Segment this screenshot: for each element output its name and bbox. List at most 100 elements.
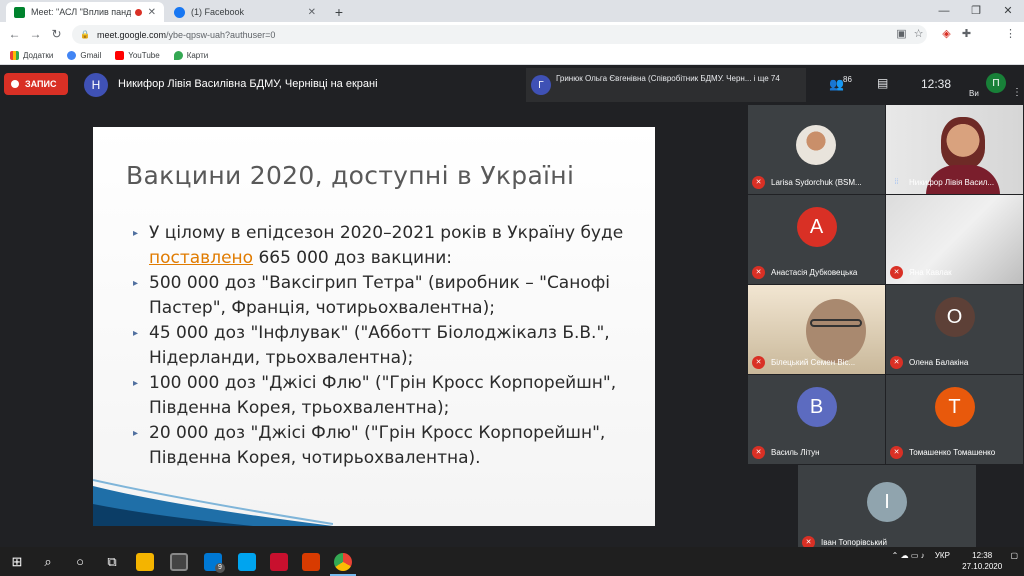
task-view-icon[interactable]: ⧉ <box>101 551 123 573</box>
reload-icon[interactable]: ↻ <box>48 26 65 43</box>
bullet-text: У цілому в епідсезон 2020–2021 років в У… <box>149 223 624 243</box>
close-tab-icon[interactable]: ✕ <box>148 7 156 18</box>
bullet-text: 20 000 доз "Джісі Флю" ("Грін Кросс Корп… <box>149 423 606 468</box>
more-options-icon[interactable]: ⋮ <box>1012 87 1022 98</box>
back-icon[interactable]: ← <box>6 26 23 43</box>
maximize-icon[interactable]: ❐ <box>960 0 992 22</box>
participant-tile[interactable]: ✕ Larisa Sydorchuk (BSM... <box>748 105 885 194</box>
participant-tile[interactable]: ⁞⁞ Никифор Лівія Васил... <box>886 105 1023 194</box>
extensions-puzzle-icon[interactable]: ✚ <box>958 26 975 43</box>
store-icon[interactable] <box>170 553 188 571</box>
notifications-icon[interactable]: ▢ <box>1010 551 1018 560</box>
tray-date: 27.10.2020 <box>962 562 1003 571</box>
participant-name: Larisa Sydorchuk (BSM... <box>771 178 862 187</box>
participant-tile[interactable]: О ✕ Олена Балакіна <box>886 285 1023 374</box>
participant-label: ✕ Білецький Семен Віс... <box>752 356 884 369</box>
windows-start-icon[interactable]: ⊞ <box>6 551 28 573</box>
close-window-icon[interactable]: ✕ <box>992 0 1024 22</box>
self-avatar[interactable]: П <box>986 73 1006 93</box>
self-label: Ви <box>969 89 979 98</box>
record-label: ЗАПИС <box>25 79 57 89</box>
address-bar[interactable]: 🔒 meet.google.com /ybe-qpsw-uah?authuser… <box>72 25 927 44</box>
extension-shield-icon[interactable]: ◈ <box>938 26 955 43</box>
close-tab-icon[interactable]: ✕ <box>308 7 316 18</box>
file-explorer-icon[interactable] <box>136 553 154 571</box>
participant-tile[interactable]: А ✕ Анастасія Дубковецька <box>748 195 885 284</box>
cortana-icon[interactable]: ○ <box>69 551 91 573</box>
google-icon <box>67 51 77 60</box>
bookmark-gmail[interactable]: Gmail <box>67 51 101 60</box>
other-participants-text: Гринюк Ольга Євгенівна (Співробітник БДМ… <box>556 74 780 83</box>
tray-clock[interactable]: 12:38 27.10.2020 <box>962 550 1002 572</box>
minimize-icon[interactable]: — <box>928 0 960 22</box>
participant-tile[interactable]: ✕ Яна Кавлак <box>886 195 1023 284</box>
bullet-marker-icon: ▸ <box>133 328 139 339</box>
youtube-icon <box>115 51 125 60</box>
l-app-icon[interactable] <box>238 553 256 571</box>
mic-muted-icon: ✕ <box>752 266 765 279</box>
participant-avatar: Т <box>934 387 975 427</box>
new-tab-button[interactable]: + <box>328 2 350 22</box>
other-participants-chip[interactable]: Г Гринюк Ольга Євгенівна (Співробітник Б… <box>526 68 806 102</box>
meet-favicon-icon <box>14 6 25 18</box>
presenter-status: Никифор Лівія Василівна БДМУ, Чернівці н… <box>118 78 378 90</box>
bookmark-apps[interactable]: Додатки <box>10 51 53 60</box>
bookmark-youtube[interactable]: YouTube <box>115 51 160 60</box>
windows-taskbar: ⊞ ⌕ ○ ⧉ 9 ⌃ ☁ ▭ ♪ УКР 12:38 27.10.2020 ▢ <box>0 547 1024 576</box>
slide-bullet: ▸ У цілому в епідсезон 2020–2021 років в … <box>133 221 633 271</box>
participants-count: 86 <box>843 75 852 84</box>
participant-tile[interactable]: І ✕ Іван Топорівський <box>798 465 976 554</box>
participant-name: Яна Кавлак <box>909 268 952 277</box>
mcafee-icon[interactable] <box>270 553 288 571</box>
participant-avatar: Г <box>531 75 551 95</box>
participant-tile[interactable]: В ✕ Василь Літун <box>748 375 885 464</box>
tab-facebook[interactable]: (1) Facebook ✕ <box>166 2 324 22</box>
browser-tab-strip: Meet: "АСЛ "Вплив пандемії ✕ (1) Faceboo… <box>0 0 1024 22</box>
participant-tile[interactable]: Т ✕ Томашенко Томашенко <box>886 375 1023 464</box>
chrome-icon[interactable] <box>334 553 352 571</box>
bookmark-label: YouTube <box>128 51 160 60</box>
participant-name: Анастасія Дубковецька <box>771 268 858 277</box>
participant-label: ⁞⁞ Никифор Лівія Васил... <box>890 176 1022 189</box>
mic-active-icon: ⁞⁞ <box>894 179 899 186</box>
mic-muted-icon: ✕ <box>752 446 765 459</box>
presenter-avatar: Н <box>84 73 108 97</box>
recording-indicator: ЗАПИС <box>4 73 68 95</box>
participant-label: ✕ Яна Кавлак <box>890 266 1022 279</box>
bookmark-maps[interactable]: Карти <box>173 51 208 60</box>
meet-top-bar: ЗАПИС Н Никифор Лівія Василівна БДМУ, Че… <box>0 65 1024 105</box>
recording-dot-icon <box>134 8 142 16</box>
forward-icon[interactable]: → <box>27 26 44 43</box>
tray-language[interactable]: УКР <box>935 551 950 560</box>
tray-icons[interactable]: ⌃ ☁ ▭ ♪ <box>892 551 925 560</box>
mic-muted-icon: ✕ <box>890 356 903 369</box>
participant-name: Василь Літун <box>771 448 820 457</box>
menu-kebab-icon[interactable]: ⋮ <box>1002 26 1019 43</box>
participant-name: Іван Топорівський <box>821 538 887 547</box>
shared-slide: Вакцини 2020, доступні в Україні ▸ У ціло… <box>93 127 655 526</box>
participant-grid: ✕ Larisa Sydorchuk (BSM... ⁞⁞ Никифор Лівія… <box>748 105 1024 554</box>
participant-name: Білецький Семен Віс... <box>771 358 856 367</box>
office-icon[interactable] <box>302 553 320 571</box>
star-icon[interactable]: ☆ <box>910 26 927 43</box>
bullet-text: 100 000 доз "Джісі Флю" ("Грін Кросс Кор… <box>149 373 617 418</box>
meeting-clock: 12:38 <box>921 77 952 91</box>
people-icon[interactable]: 👥 <box>829 77 844 91</box>
participant-label: ✕ Томашенко Томашенко <box>890 446 1022 459</box>
search-icon[interactable]: ⌕ <box>37 551 59 573</box>
camera-icon[interactable]: ▣ <box>893 26 910 43</box>
presentation-stage: Вакцини 2020, доступні в Україні ▸ У ціло… <box>0 105 748 547</box>
participant-name: Никифор Лівія Васил... <box>909 178 995 187</box>
chat-icon[interactable]: ▤ <box>877 76 888 90</box>
bookmark-label: Gmail <box>80 51 102 60</box>
browser-toolbar: ← → ↻ 🔒 meet.google.com /ybe-qpsw-uah?au… <box>0 22 1024 64</box>
bullet-marker-icon: ▸ <box>133 228 139 239</box>
slide-bullets: ▸ У цілому в епідсезон 2020–2021 років в … <box>133 221 633 471</box>
participant-name: Томашенко Томашенко <box>909 448 996 457</box>
tab-title: (1) Facebook <box>191 7 245 17</box>
participant-avatar: В <box>796 387 837 427</box>
record-dot-icon <box>11 80 19 88</box>
participant-tile[interactable]: ✕ Білецький Семен Віс... <box>748 285 885 374</box>
tab-meet[interactable]: Meet: "АСЛ "Вплив пандемії ✕ <box>6 2 164 22</box>
mic-muted-icon: ✕ <box>752 176 765 189</box>
